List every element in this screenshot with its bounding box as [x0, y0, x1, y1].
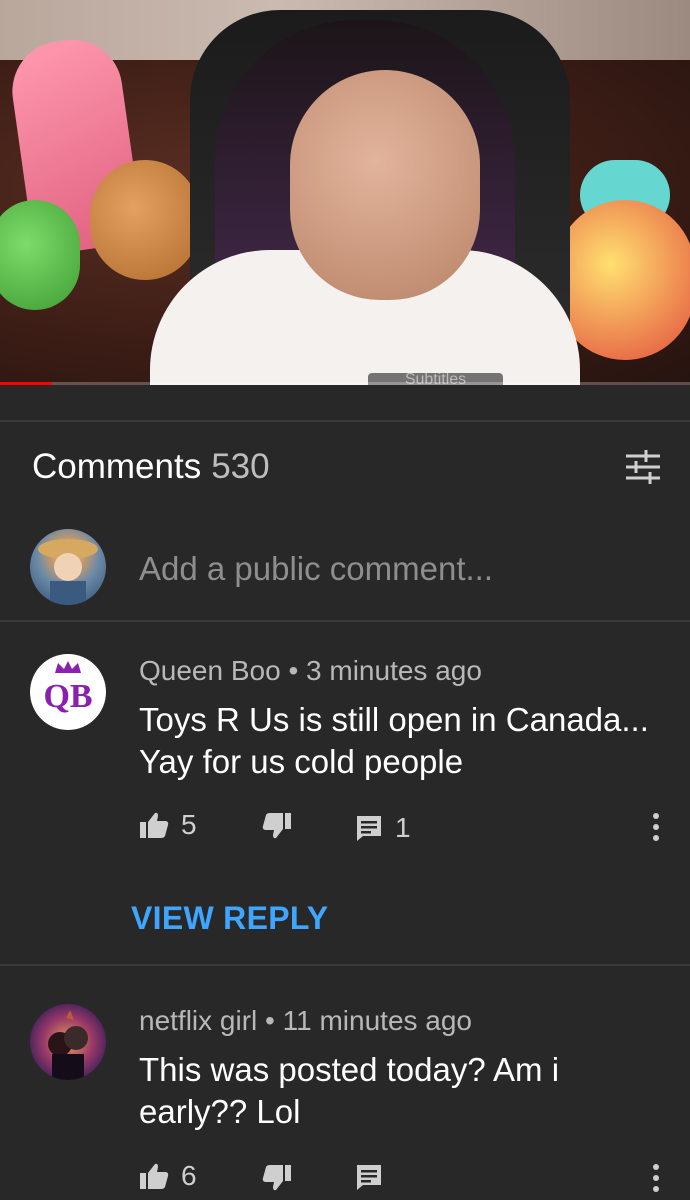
comments-count: 530 — [211, 447, 270, 486]
sort-comments-icon[interactable] — [624, 448, 662, 486]
like-count: 5 — [181, 809, 197, 840]
comment-text: Toys R Us is still open in Canada... Yay… — [139, 701, 649, 780]
add-comment-input[interactable]: Add a public comment... — [139, 550, 493, 588]
comment-icon — [357, 816, 381, 841]
dislike-button[interactable] — [262, 1164, 292, 1192]
my-avatar — [30, 529, 106, 605]
thumbs-down-icon — [262, 1165, 291, 1191]
like-count: 6 — [181, 1160, 197, 1191]
thumbs-up-icon — [140, 1163, 169, 1189]
comment-text: This was posted today? Am i early?? Lol — [139, 1051, 560, 1130]
comment-author-avatar[interactable] — [30, 1004, 106, 1080]
comment-icon — [357, 1165, 381, 1190]
dislike-button[interactable] — [262, 812, 292, 840]
comment-meta: Queen Boo • 3 minutes ago — [139, 655, 482, 686]
divider — [0, 420, 690, 422]
avatar-initials: QB — [43, 678, 93, 715]
reply-button[interactable] — [355, 1163, 383, 1191]
thumbs-up-icon — [140, 812, 169, 838]
video-progress-bar[interactable] — [0, 382, 690, 385]
more-options-icon[interactable] — [651, 811, 661, 843]
video-plush-toy — [0, 200, 80, 310]
divider — [0, 964, 690, 966]
reply-count: 1 — [395, 812, 411, 843]
divider — [0, 620, 690, 622]
video-player[interactable]: Subtitles — [0, 0, 690, 385]
video-plush-toy — [90, 160, 200, 280]
crown-icon — [55, 661, 81, 673]
like-button[interactable]: 5 — [139, 809, 197, 841]
comment-author-avatar[interactable]: QB — [30, 654, 106, 730]
like-button[interactable]: 6 — [139, 1160, 197, 1192]
thumbs-down-icon — [262, 813, 291, 839]
more-options-icon[interactable] — [651, 1162, 661, 1194]
comment-meta: netflix girl • 11 minutes ago — [139, 1005, 473, 1036]
video-person-face — [290, 70, 480, 300]
comments-header: Comments 530 — [32, 447, 270, 487]
comments-title: Comments — [32, 447, 202, 486]
video-progress-fill — [0, 382, 52, 385]
reply-button[interactable]: 1 — [355, 812, 411, 844]
view-reply-link[interactable]: VIEW REPLY — [131, 900, 328, 937]
